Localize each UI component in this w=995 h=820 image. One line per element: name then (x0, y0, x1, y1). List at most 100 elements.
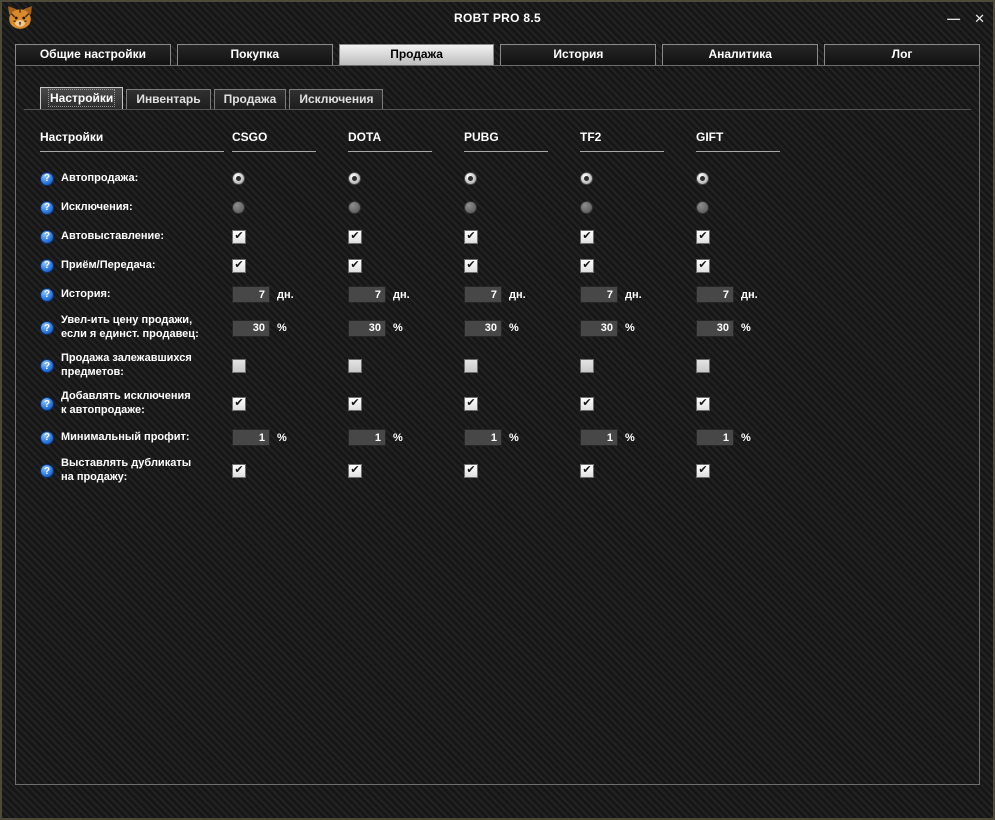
checkbox-checked[interactable]: ✔ (696, 230, 710, 244)
sub-tab-3[interactable]: Продажа (214, 89, 287, 109)
help-icon[interactable]: ? (40, 431, 54, 445)
close-button[interactable]: ✕ (974, 12, 985, 25)
main-tab-1[interactable]: Общие настройки (15, 44, 171, 65)
help-icon[interactable]: ? (40, 397, 54, 411)
sub-tab-1[interactable]: Настройки (40, 87, 123, 109)
radio-unselected[interactable] (232, 201, 245, 214)
main-tab-3[interactable]: Продажа (339, 44, 495, 65)
row-cell: ✔ (464, 464, 580, 478)
row-label-cell: ?Приём/Передача: (40, 259, 232, 273)
checkbox-checked[interactable]: ✔ (348, 230, 362, 244)
check-icon: ✔ (466, 398, 475, 409)
sub-tab-4[interactable]: Исключения (289, 89, 383, 109)
help-icon[interactable]: ? (40, 230, 54, 244)
value-input[interactable] (464, 429, 502, 446)
checkbox-checked[interactable]: ✔ (464, 464, 478, 478)
value-input[interactable] (348, 320, 386, 337)
value-input[interactable] (696, 286, 734, 303)
value-input[interactable] (348, 286, 386, 303)
help-icon[interactable]: ? (40, 259, 54, 273)
checkbox-checked[interactable]: ✔ (348, 464, 362, 478)
radio-selected[interactable] (232, 172, 245, 185)
radio-selected[interactable] (348, 172, 361, 185)
value-input[interactable] (580, 320, 618, 337)
row-cell: ✔ (580, 259, 696, 273)
radio-unselected[interactable] (464, 201, 477, 214)
checkbox-checked[interactable]: ✔ (580, 230, 594, 244)
row-label-cell: ?Продажа залежавшихся предметов: (40, 352, 232, 380)
value-input[interactable] (232, 429, 270, 446)
main-tab-5[interactable]: Аналитика (662, 44, 818, 65)
row-label: Автопродажа: (61, 172, 138, 186)
check-icon: ✔ (234, 465, 243, 476)
checkbox-checked[interactable]: ✔ (696, 397, 710, 411)
help-icon[interactable]: ? (40, 172, 54, 186)
value-input-group: % (696, 320, 751, 337)
header-col-tf2: TF2 (580, 130, 696, 152)
checkbox-checked[interactable]: ✔ (464, 230, 478, 244)
value-input[interactable] (348, 429, 386, 446)
app-window: ROBT PRO 8.5 — ✕ Общие настройки Покупка П… (0, 0, 995, 820)
checkbox-checked[interactable]: ✔ (580, 464, 594, 478)
row-label-cell: ?История: (40, 288, 232, 302)
radio-selected[interactable] (696, 172, 709, 185)
checkbox-checked[interactable]: ✔ (464, 397, 478, 411)
radio-selected[interactable] (580, 172, 593, 185)
value-input[interactable] (580, 286, 618, 303)
checkbox-unchecked[interactable] (464, 359, 478, 373)
radio-selected[interactable] (464, 172, 477, 185)
value-input[interactable] (464, 286, 502, 303)
checkbox-checked[interactable]: ✔ (580, 259, 594, 273)
row-cell: ✔ (696, 464, 812, 478)
checkbox-checked[interactable]: ✔ (348, 397, 362, 411)
unit-label: % (277, 322, 287, 334)
checkbox-unchecked[interactable] (696, 359, 710, 373)
row-cell (464, 201, 580, 214)
table-row: ?Продажа залежавшихся предметов: (40, 347, 971, 385)
value-input[interactable] (696, 429, 734, 446)
help-icon[interactable]: ? (40, 201, 54, 215)
checkbox-checked[interactable]: ✔ (696, 464, 710, 478)
checkbox-checked[interactable]: ✔ (232, 259, 246, 273)
help-icon[interactable]: ? (40, 288, 54, 302)
value-input[interactable] (696, 320, 734, 337)
checkbox-unchecked[interactable] (232, 359, 246, 373)
main-tab-6[interactable]: Лог (824, 44, 980, 65)
unit-label: % (625, 432, 635, 444)
radio-unselected[interactable] (348, 201, 361, 214)
header-settings-label: Настройки (40, 130, 224, 152)
row-cell: ✔ (348, 230, 464, 244)
checkbox-checked[interactable]: ✔ (232, 397, 246, 411)
value-input[interactable] (232, 286, 270, 303)
help-icon[interactable]: ? (40, 464, 54, 478)
row-cell (696, 172, 812, 185)
value-input-group: дн. (464, 286, 526, 303)
radio-unselected[interactable] (580, 201, 593, 214)
value-input[interactable] (232, 320, 270, 337)
checkbox-checked[interactable]: ✔ (580, 397, 594, 411)
checkbox-checked[interactable]: ✔ (232, 230, 246, 244)
unit-label: % (741, 432, 751, 444)
titlebar: ROBT PRO 8.5 — ✕ (2, 2, 993, 34)
row-cell (348, 201, 464, 214)
main-tab-2[interactable]: Покупка (177, 44, 333, 65)
checkbox-checked[interactable]: ✔ (464, 259, 478, 273)
minimize-button[interactable]: — (947, 12, 960, 25)
check-icon: ✔ (466, 231, 475, 242)
sub-tab-2[interactable]: Инвентарь (126, 89, 210, 109)
row-cell: ✔ (464, 397, 580, 411)
value-input[interactable] (580, 429, 618, 446)
header-col-label: DOTA (348, 130, 432, 152)
checkbox-checked[interactable]: ✔ (232, 464, 246, 478)
row-cell: ✔ (696, 259, 812, 273)
checkbox-checked[interactable]: ✔ (348, 259, 362, 273)
checkbox-unchecked[interactable] (580, 359, 594, 373)
help-icon[interactable]: ? (40, 359, 54, 373)
header-col-gift: GIFT (696, 130, 812, 152)
help-icon[interactable]: ? (40, 321, 54, 335)
value-input[interactable] (464, 320, 502, 337)
radio-unselected[interactable] (696, 201, 709, 214)
checkbox-checked[interactable]: ✔ (696, 259, 710, 273)
checkbox-unchecked[interactable] (348, 359, 362, 373)
main-tab-4[interactable]: История (500, 44, 656, 65)
